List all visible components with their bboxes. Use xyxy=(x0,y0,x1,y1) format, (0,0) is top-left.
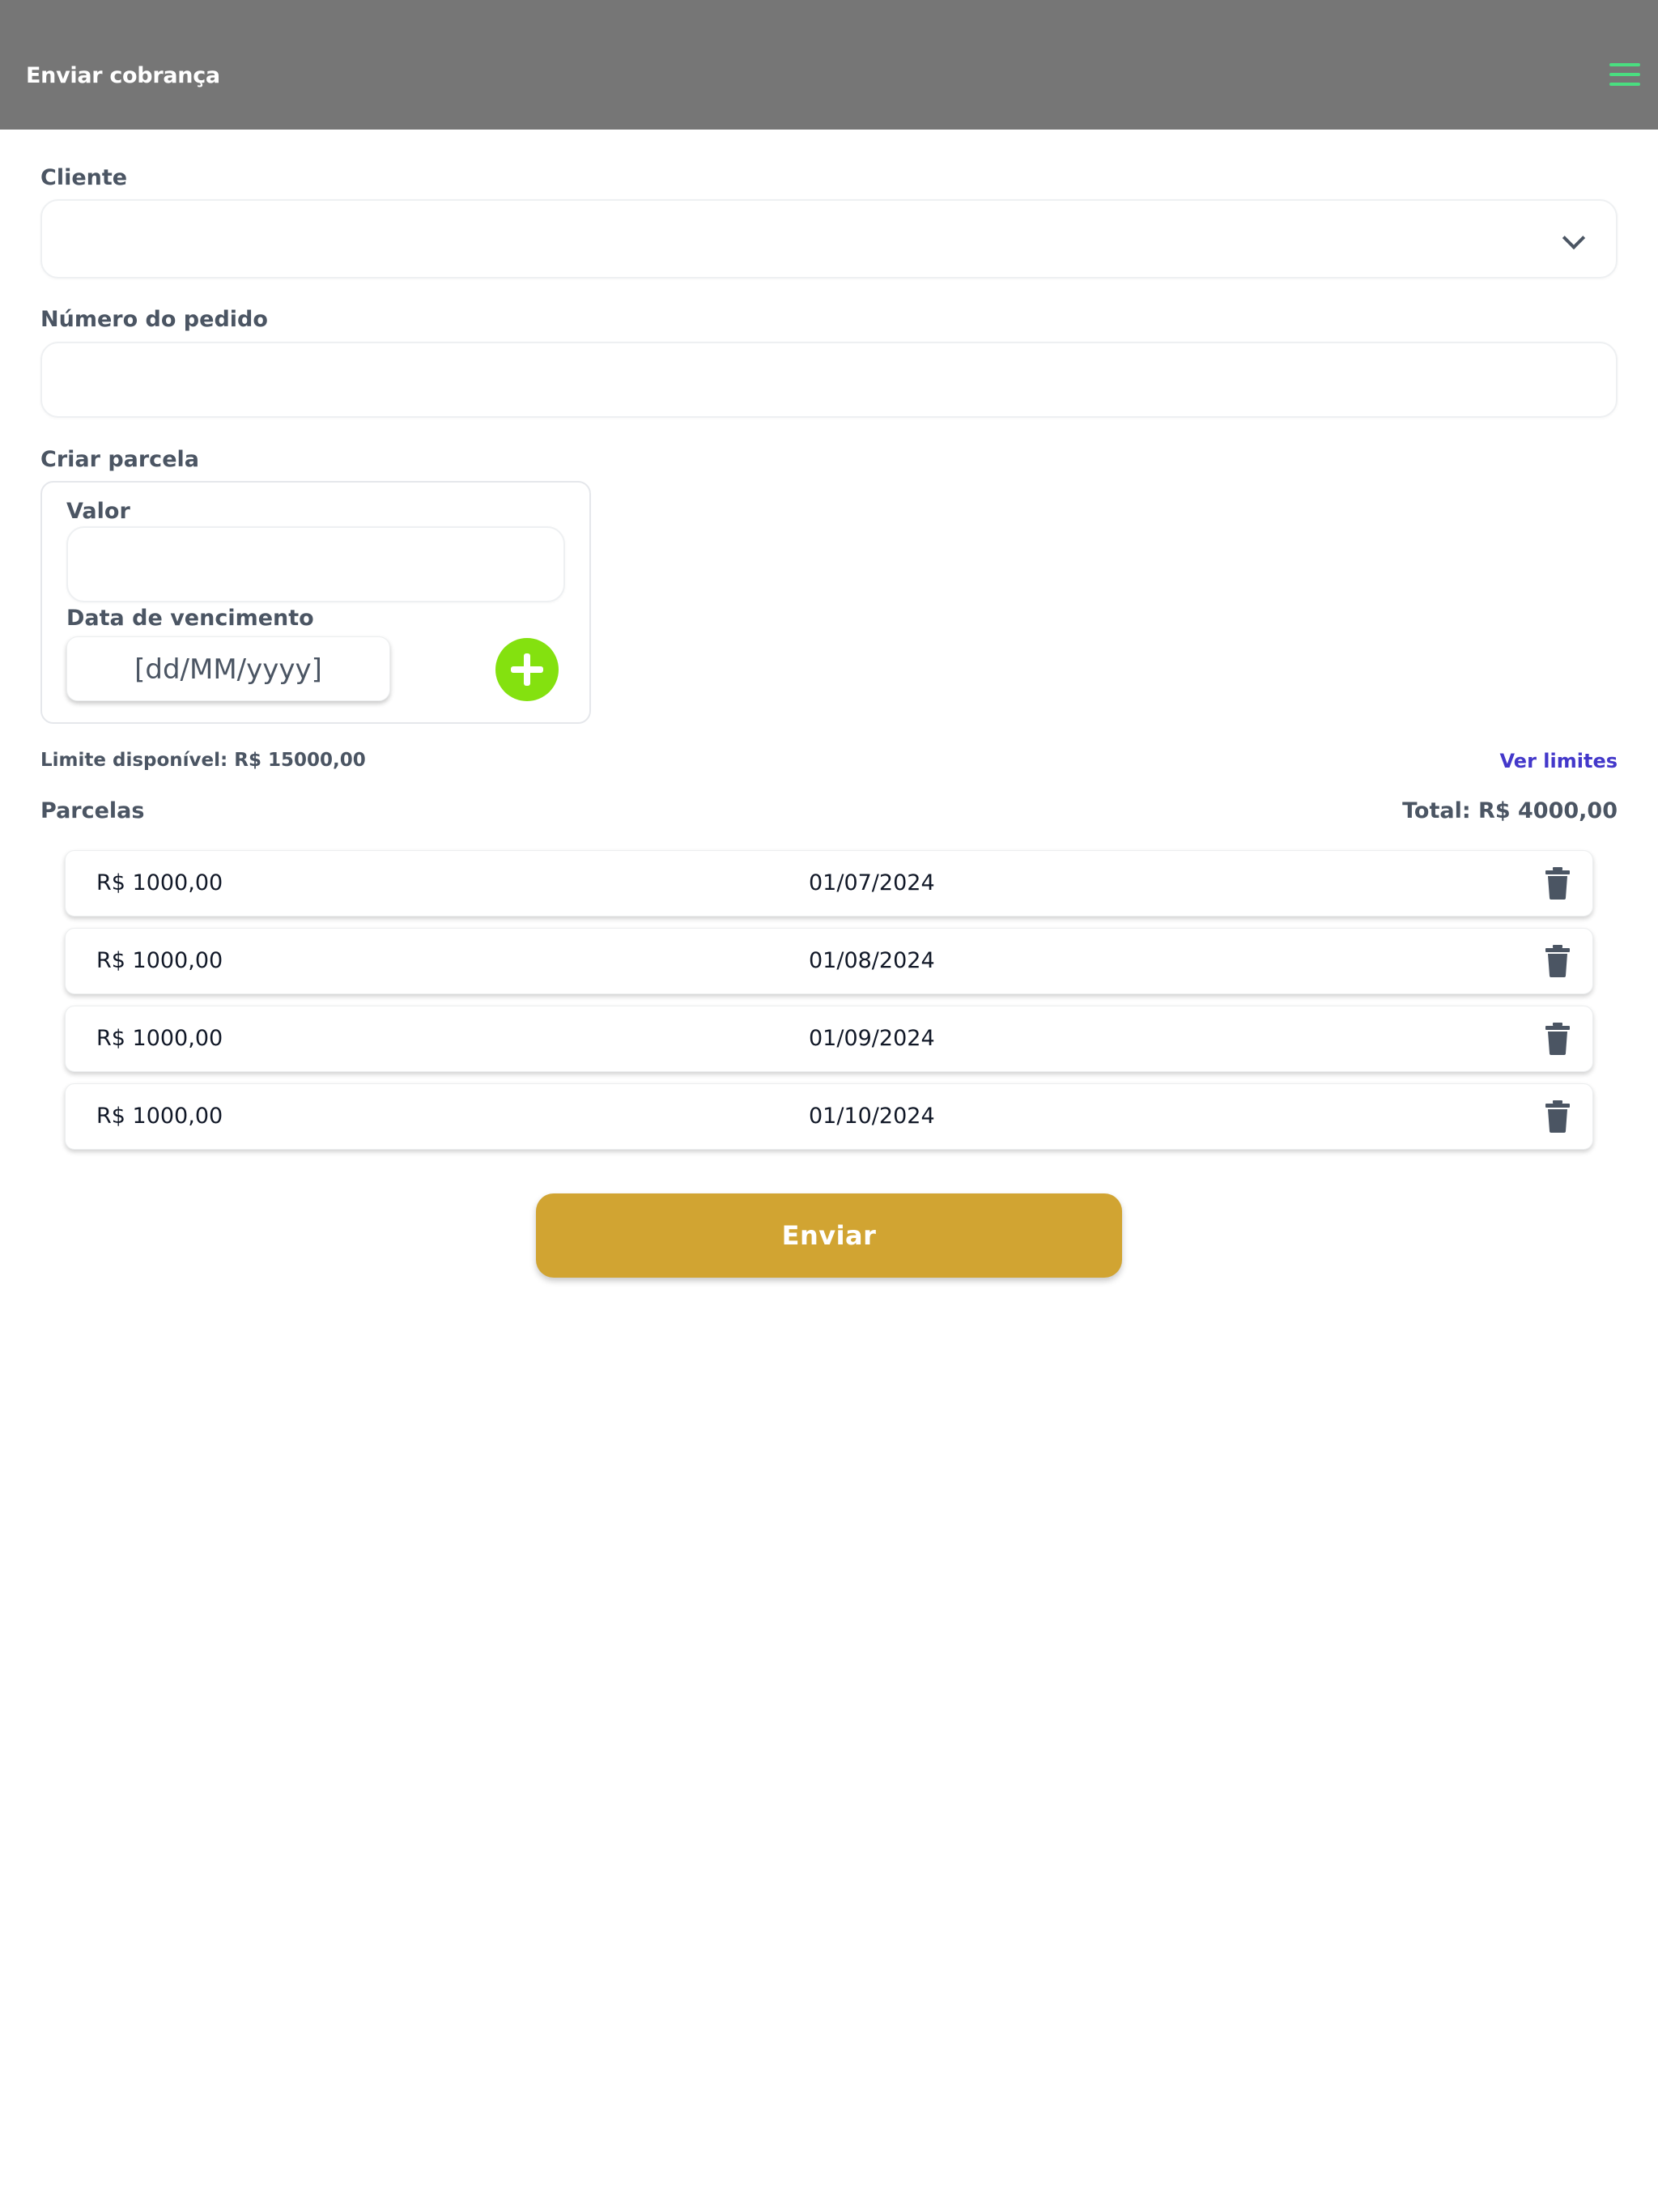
installment-row: R$ 1000,00 01/09/2024 xyxy=(65,1006,1593,1072)
submit-button[interactable]: Enviar xyxy=(536,1193,1122,1278)
due-date-label: Data de vencimento xyxy=(66,606,314,631)
installments-total: Total: R$ 4000,00 xyxy=(1402,798,1618,823)
installment-row: R$ 1000,00 01/07/2024 xyxy=(65,850,1593,917)
hamburger-menu-icon[interactable] xyxy=(1609,63,1640,86)
trash-icon[interactable] xyxy=(1545,867,1570,900)
page-title: Enviar cobrança xyxy=(26,63,220,88)
installment-due-date: 01/08/2024 xyxy=(809,948,935,973)
amount-input[interactable] xyxy=(68,528,563,601)
installment-amount: R$ 1000,00 xyxy=(96,1026,223,1051)
order-number-field[interactable] xyxy=(40,342,1618,418)
create-installment-label: Criar parcela xyxy=(40,447,199,472)
amount-field[interactable] xyxy=(66,526,565,602)
installment-amount: R$ 1000,00 xyxy=(96,870,223,895)
client-label: Cliente xyxy=(40,165,128,190)
app-header: Enviar cobrança xyxy=(0,0,1658,130)
view-limits-link[interactable]: Ver limites xyxy=(1500,750,1618,772)
installment-row: R$ 1000,00 01/10/2024 xyxy=(65,1083,1593,1150)
trash-icon[interactable] xyxy=(1545,1100,1570,1133)
installment-due-date: 01/07/2024 xyxy=(809,870,935,895)
plus-bar xyxy=(524,653,530,686)
order-number-input[interactable] xyxy=(42,343,1616,416)
trash-icon[interactable] xyxy=(1545,945,1570,977)
menu-line xyxy=(1609,83,1640,86)
trash-icon[interactable] xyxy=(1545,1023,1570,1055)
menu-line xyxy=(1609,73,1640,76)
installment-due-date: 01/09/2024 xyxy=(809,1026,935,1051)
installment-amount: R$ 1000,00 xyxy=(96,948,223,973)
client-select[interactable] xyxy=(40,199,1618,279)
menu-line xyxy=(1609,63,1640,66)
installment-amount: R$ 1000,00 xyxy=(96,1104,223,1129)
installment-due-date: 01/10/2024 xyxy=(809,1104,935,1129)
installment-row: R$ 1000,00 01/08/2024 xyxy=(65,928,1593,994)
amount-label: Valor xyxy=(66,499,130,524)
plus-circle-icon[interactable] xyxy=(495,638,559,701)
order-number-label: Número do pedido xyxy=(40,307,268,332)
available-limit: Limite disponível: R$ 15000,00 xyxy=(40,750,366,771)
installments-label: Parcelas xyxy=(40,798,145,823)
due-date-picker[interactable]: [dd/MM/yyyy] xyxy=(66,636,390,701)
client-select-value[interactable] xyxy=(42,201,1616,277)
